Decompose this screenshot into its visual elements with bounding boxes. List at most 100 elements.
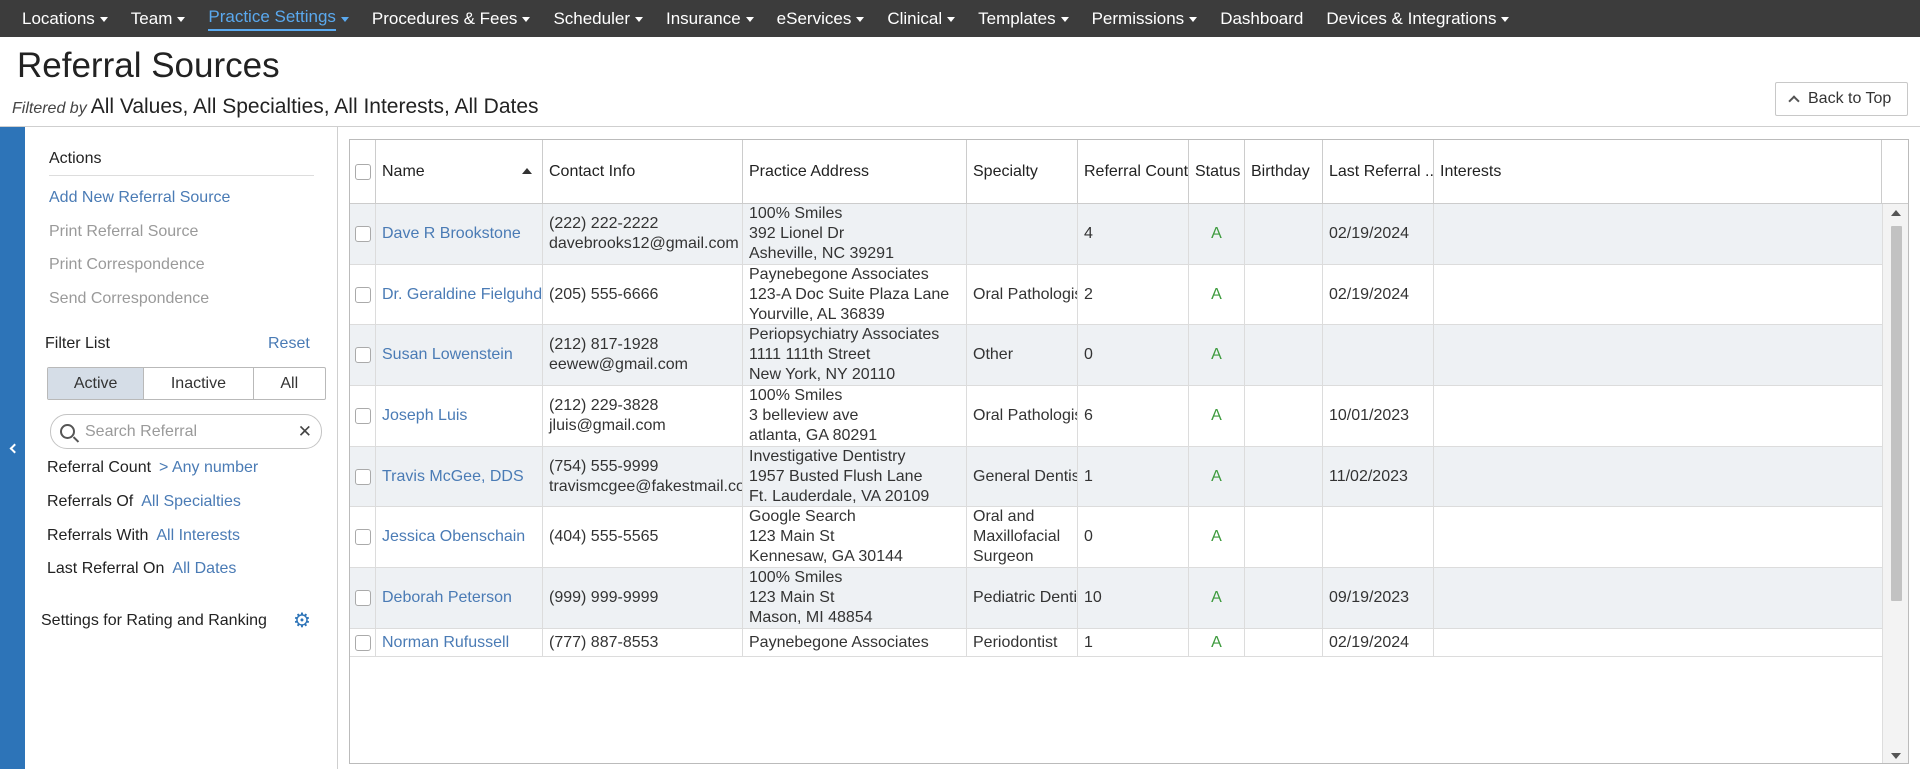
last-referral-cell: 02/19/2024 <box>1323 204 1434 264</box>
filter-last-referral-on: Last Referral On All Dates <box>47 560 236 578</box>
filter-value-link[interactable]: All Interests <box>156 527 240 544</box>
table-row[interactable]: Dr. Geraldine Fielguhd (205) 555-6666 Payn… <box>350 265 1882 325</box>
nav-item-dashboard[interactable]: Dashboard <box>1220 0 1303 37</box>
nav-item-procedures-fees[interactable]: Procedures & Fees <box>372 0 531 37</box>
referral-count-cell: 6 <box>1078 386 1189 446</box>
chevron-down-icon <box>745 16 754 22</box>
table-row[interactable]: Dave R Brookstone (222) 222-2222 davebrook… <box>350 204 1882 265</box>
select-all-checkbox[interactable] <box>355 163 371 180</box>
column-header-name[interactable]: Name <box>376 140 543 204</box>
cell-line: Periodontist <box>973 633 1058 651</box>
scroll-up-icon[interactable] <box>1891 210 1901 216</box>
row-checkbox[interactable] <box>355 226 371 242</box>
column-header-birthday[interactable]: Birthday <box>1245 140 1323 204</box>
vertical-scrollbar[interactable] <box>1882 204 1908 763</box>
practice-address-cell: 100% Smiles 3 belleview ave atlanta, GA 80… <box>743 386 967 446</box>
nav-item-permissions[interactable]: Permissions <box>1092 0 1198 37</box>
segment-all[interactable]: All <box>254 368 325 399</box>
last-referral-cell: 02/19/2024 <box>1323 265 1434 324</box>
referral-name-link[interactable]: Jessica Obenschain <box>376 507 543 567</box>
referral-name-link[interactable]: Joseph Luis <box>376 386 543 446</box>
send-correspondence-link[interactable]: Send Correspondence <box>49 290 209 308</box>
row-checkbox[interactable] <box>355 634 371 651</box>
cell-lines: (777) 887-8553 <box>549 633 658 653</box>
scroll-down-icon[interactable] <box>1891 753 1901 759</box>
column-header-referral-count[interactable]: Referral Count <box>1078 140 1189 204</box>
status-cell: A <box>1189 265 1245 324</box>
add-referral-source-link[interactable]: Add New Referral Source <box>49 189 230 207</box>
nav-item-team[interactable]: Team <box>131 0 186 37</box>
column-header-label: Name <box>382 162 425 180</box>
row-checkbox[interactable] <box>355 468 371 485</box>
row-checkbox[interactable] <box>355 408 371 424</box>
filtered-by-value: All Values, All Specialties, All Interes… <box>90 95 539 118</box>
nav-item-eservices[interactable]: eServices <box>777 0 865 37</box>
birthday-cell <box>1245 629 1323 656</box>
filter-value-link[interactable]: All Specialties <box>141 493 241 510</box>
interests-cell <box>1434 629 1882 656</box>
sidebar-collapse-toggle[interactable] <box>0 127 25 769</box>
table-row[interactable]: Joseph Luis (212) 229-3828 jluis@gmail.com… <box>350 386 1882 447</box>
cell-line: atlanta, GA 80291 <box>749 427 878 444</box>
close-icon[interactable]: ✕ <box>298 423 312 440</box>
cell-line: jluis@gmail.com <box>549 417 666 434</box>
specialty-cell <box>967 204 1078 264</box>
nav-item-templates[interactable]: Templates <box>978 0 1069 37</box>
column-header-status[interactable]: Status <box>1189 140 1245 204</box>
column-header-practice-address[interactable]: Practice Address <box>743 140 967 204</box>
referral-name-link[interactable]: Susan Lowenstein <box>376 325 543 385</box>
back-to-top-button[interactable]: Back to Top <box>1775 82 1908 116</box>
filter-value-link[interactable]: All Dates <box>172 560 236 577</box>
filter-list-heading: Filter List <box>45 335 110 352</box>
search-input[interactable] <box>85 422 285 441</box>
print-correspondence-link[interactable]: Print Correspondence <box>49 256 205 274</box>
reset-filters-link[interactable]: Reset <box>268 335 310 353</box>
nav-item-insurance[interactable]: Insurance <box>666 0 754 37</box>
row-checkbox[interactable] <box>355 286 371 303</box>
table-row[interactable]: Jessica Obenschain (404) 555-5565 Google S… <box>350 507 1882 568</box>
status-cell: A <box>1189 568 1245 628</box>
row-checkbox-cell <box>350 204 376 264</box>
table-row[interactable]: Norman Rufussell (777) 887-8553 Paynebegon… <box>350 629 1882 657</box>
table-row[interactable]: Deborah Peterson (999) 999-9999 100% Smile… <box>350 568 1882 629</box>
segment-active[interactable]: Active <box>48 368 145 399</box>
table-row[interactable]: Travis McGee, DDS (754) 555-9999 travismcg… <box>350 447 1882 507</box>
filter-value-link[interactable]: > Any number <box>159 459 258 476</box>
chevron-down-icon <box>1189 16 1198 22</box>
referral-name-link[interactable]: Dr. Geraldine Fielguhd <box>376 265 543 324</box>
referral-name-link[interactable]: Travis McGee, DDS <box>376 447 543 506</box>
specialty-cell: Oral Pathologist <box>967 265 1078 324</box>
contact-info-cell: (222) 222-2222 davebrooks12@gmail.com <box>543 204 743 264</box>
nav-item-clinical[interactable]: Clinical <box>887 0 956 37</box>
chevron-down-icon <box>522 16 531 22</box>
scrollbar-thumb[interactable] <box>1891 226 1902 601</box>
table-row[interactable]: Susan Lowenstein (212) 817-1928 eewew@gmai… <box>350 325 1882 386</box>
row-checkbox[interactable] <box>355 347 371 363</box>
column-header-contact-info[interactable]: Contact Info <box>543 140 743 204</box>
referral-name-link[interactable]: Norman Rufussell <box>376 629 543 656</box>
gear-icon[interactable]: ⚙ <box>293 611 311 631</box>
segment-inactive[interactable]: Inactive <box>144 368 254 399</box>
column-header-specialty[interactable]: Specialty <box>967 140 1078 204</box>
column-header-label: Contact Info <box>549 162 636 180</box>
cell-line: 1111 111th Street <box>749 346 871 363</box>
nav-item-locations[interactable]: Locations <box>22 0 108 37</box>
nav-item-devices-integrations[interactable]: Devices & Integrations <box>1326 0 1510 37</box>
column-header-last-referral[interactable]: Last Referral ... <box>1323 140 1434 204</box>
cell-lines: (754) 555-9999 travismcgee@fakestmail.com <box>549 457 742 497</box>
row-checkbox[interactable] <box>355 529 371 545</box>
referral-name-link[interactable]: Deborah Peterson <box>376 568 543 628</box>
cell-lines: General Dentist <box>973 467 1077 487</box>
referral-name-link[interactable]: Dave R Brookstone <box>376 204 543 264</box>
chevron-down-icon <box>635 16 643 22</box>
cell-line: 123 Main St <box>749 528 835 545</box>
specialty-cell: General Dentist <box>967 447 1078 506</box>
cell-lines: 100% Smiles 3 belleview ave atlanta, GA 80… <box>749 386 877 446</box>
last-referral-cell <box>1323 325 1434 385</box>
nav-item-scheduler[interactable]: Scheduler <box>553 0 643 37</box>
nav-item-practice-settings[interactable]: Practice Settings <box>208 0 349 37</box>
column-header-interests[interactable]: Interests <box>1434 140 1882 204</box>
print-referral-source-link[interactable]: Print Referral Source <box>49 223 198 241</box>
filter-summary: Filtered by All Values, All Specialties, … <box>12 95 539 119</box>
row-checkbox[interactable] <box>355 590 371 606</box>
